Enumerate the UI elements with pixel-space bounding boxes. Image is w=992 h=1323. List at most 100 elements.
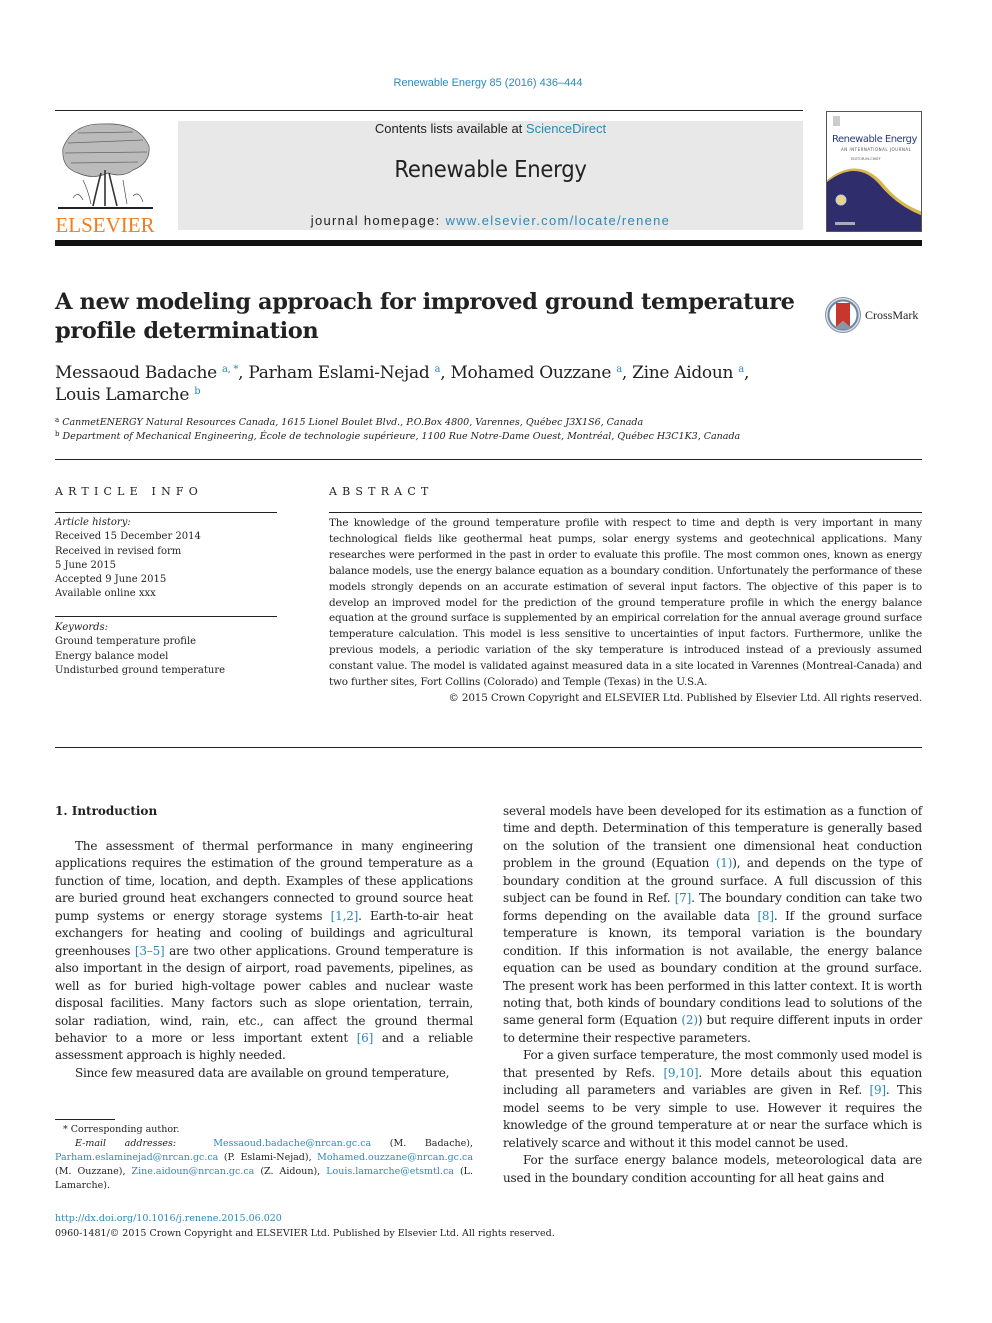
sciencedirect-link[interactable]: ScienceDirect [526,121,606,136]
journal-title: Renewable Energy [394,157,587,183]
author-separator: , [743,363,750,383]
keyword: Energy balance model [55,650,169,662]
contents-prefix: Contents lists available at [374,121,526,136]
text-run: Since few measured data are available on… [75,1065,450,1080]
footnote-rule [55,1119,115,1120]
email-link[interactable]: Parham.eslaminejad@nrcan.gc.ca [55,1152,218,1163]
keywords-label: Keywords: [55,622,109,633]
history-item: 5 June 2015 [55,559,116,571]
crossmark-icon [825,297,861,333]
citation-link[interactable]: [6] [357,1031,374,1045]
citation-link[interactable]: [8] [757,909,774,923]
abstract-bottom-divider [55,747,922,748]
journal-masthead: Contents lists available at ScienceDirec… [178,121,803,230]
article-history-label: Article history: [55,517,131,528]
email-link[interactable]: Louis.lamarche@etsmtl.ca [326,1166,454,1177]
abstract-body: The knowledge of the ground temperature … [329,516,922,707]
header-thick-rule [55,240,922,246]
keywords: Keywords: Ground temperature profile Ene… [55,621,277,678]
author[interactable]: Louis Lamarche b [55,385,201,405]
keyword: Ground temperature profile [55,636,197,648]
footnotes: * Corresponding author. E-mail addresses… [55,1123,473,1193]
abstract-text: The knowledge of the ground temperature … [329,517,922,689]
keywords-divider [55,616,277,617]
text-run: For the surface energy balance models, m… [503,1153,922,1185]
doi-link[interactable]: http://dx.doi.org/10.1016/j.renene.2015.… [55,1211,755,1226]
paragraph: For the surface energy balance models, m… [503,1152,922,1187]
text-run: are two other applications. Ground tempe… [55,943,473,1045]
cover-wave-graphic [827,168,921,231]
affiliation: a CanmetENERGY Natural Resources Canada,… [55,416,925,430]
cover-title: Renewable Energy [832,134,917,145]
history-item: Accepted 9 June 2015 [55,574,167,586]
author-separator: , [238,363,249,383]
crossmark-badge[interactable]: CrossMark [824,296,924,334]
paragraph: The assessment of thermal performance in… [55,838,473,1065]
contents-line: Contents lists available at ScienceDirec… [178,121,803,136]
homepage-link[interactable]: www.elsevier.com/locate/renene [446,213,671,228]
author[interactable]: Messaoud Badache a, * [55,363,238,383]
article-history: Article history: Received 15 December 20… [55,516,277,602]
email-link[interactable]: Messaoud.badache@nrcan.gc.ca [213,1138,371,1149]
corresponding-author-note: * Corresponding author. [63,1124,180,1135]
author-name: Mohamed Ouzzane [450,363,612,383]
cover-subtitle: AN INTERNATIONAL JOURNAL [841,147,912,152]
author[interactable]: Mohamed Ouzzane a [450,363,622,383]
email-owner: (M. Badache), [371,1138,474,1149]
keyword: Undisturbed ground temperature [55,664,226,676]
cover-badge-icon [833,116,840,126]
abstract-copyright: © 2015 Crown Copyright and ELSEVIER Ltd.… [448,691,922,704]
citation-link[interactable]: [9,10] [663,1066,698,1080]
email-owner: (P. Eslami-Nejad), [218,1152,318,1163]
abstract-heading: ABSTRACT [329,485,434,498]
affiliation-key: b [55,430,60,438]
citation-link[interactable]: (1) [716,856,733,870]
email-owner: (M. Ouzzane), [55,1166,132,1177]
citation-link[interactable]: [3–5] [135,944,165,958]
elsevier-logo[interactable]: ELSEVIER [53,118,157,237]
history-item: Available online xxx [55,588,156,600]
history-item: Received 15 December 2014 [55,531,201,543]
author-affiliation-mark[interactable]: b [194,386,200,397]
homepage-prefix: journal homepage: [310,213,446,228]
affiliations: a CanmetENERGY Natural Resources Canada,… [55,416,925,444]
email-link[interactable]: Zine.aidoun@nrcan.gc.ca [132,1166,255,1177]
author[interactable]: Parham Eslami-Nejad a [248,363,440,383]
email-addresses: E-mail addresses: Messaoud.badache@nrcan… [55,1137,473,1193]
text-run: . If the ground surface temperature is k… [503,908,922,1028]
email-label: E-mail addresses: [75,1138,177,1149]
journal-cover-thumbnail[interactable]: Renewable Energy AN INTERNATIONAL JOURNA… [826,111,922,232]
author-separator: , [621,363,633,383]
author-name: Louis Lamarche [55,385,190,405]
doi-block: http://dx.doi.org/10.1016/j.renene.2015.… [55,1211,755,1241]
cover-editor-line: EDITOR-IN-CHIEF [851,157,881,161]
affiliation: b Department of Mechanical Engineering, … [55,430,925,444]
citation-link[interactable]: (2) [681,1013,698,1027]
email-link[interactable]: Mohamed.ouzzane@nrcan.gc.ca [317,1152,473,1163]
journal-reference[interactable]: Renewable Energy 85 (2016) 436–444 [0,77,976,89]
affiliations-divider [55,459,922,460]
history-item: Received in revised form [55,545,182,557]
section-heading-introduction: 1. Introduction [55,804,158,818]
citation-link[interactable]: [9] [870,1083,887,1097]
affiliation-text: Department of Mechanical Engineering, Éc… [62,431,741,442]
author[interactable]: Zine Aidoun a [632,363,744,383]
author-name: Parham Eslami-Nejad [248,363,430,383]
author-name: Messaoud Badache [55,363,217,383]
abstract-divider [329,512,922,513]
top-rule [55,110,803,111]
affiliation-text: CanmetENERGY Natural Resources Canada, 1… [62,417,644,428]
author-name: Zine Aidoun [632,363,734,383]
article-title: A new modeling approach for improved gro… [55,289,795,344]
citation-link[interactable]: [1,2] [331,909,359,923]
author-separator: , [440,363,451,383]
citation-link[interactable]: [7] [675,891,692,905]
homepage-line: journal homepage: www.elsevier.com/locat… [178,213,803,228]
issn-copyright: 0960-1481/© 2015 Crown Copyright and ELS… [55,1228,555,1239]
body-right-column: several models have been developed for i… [503,803,922,1187]
elsevier-wordmark: ELSEVIER [55,213,155,237]
author-affiliation-mark[interactable]: a, * [222,364,238,375]
crossmark-label: CrossMark [865,308,919,322]
article-info-divider [55,512,277,513]
article-info-heading: ARTICLE INFO [55,485,203,498]
